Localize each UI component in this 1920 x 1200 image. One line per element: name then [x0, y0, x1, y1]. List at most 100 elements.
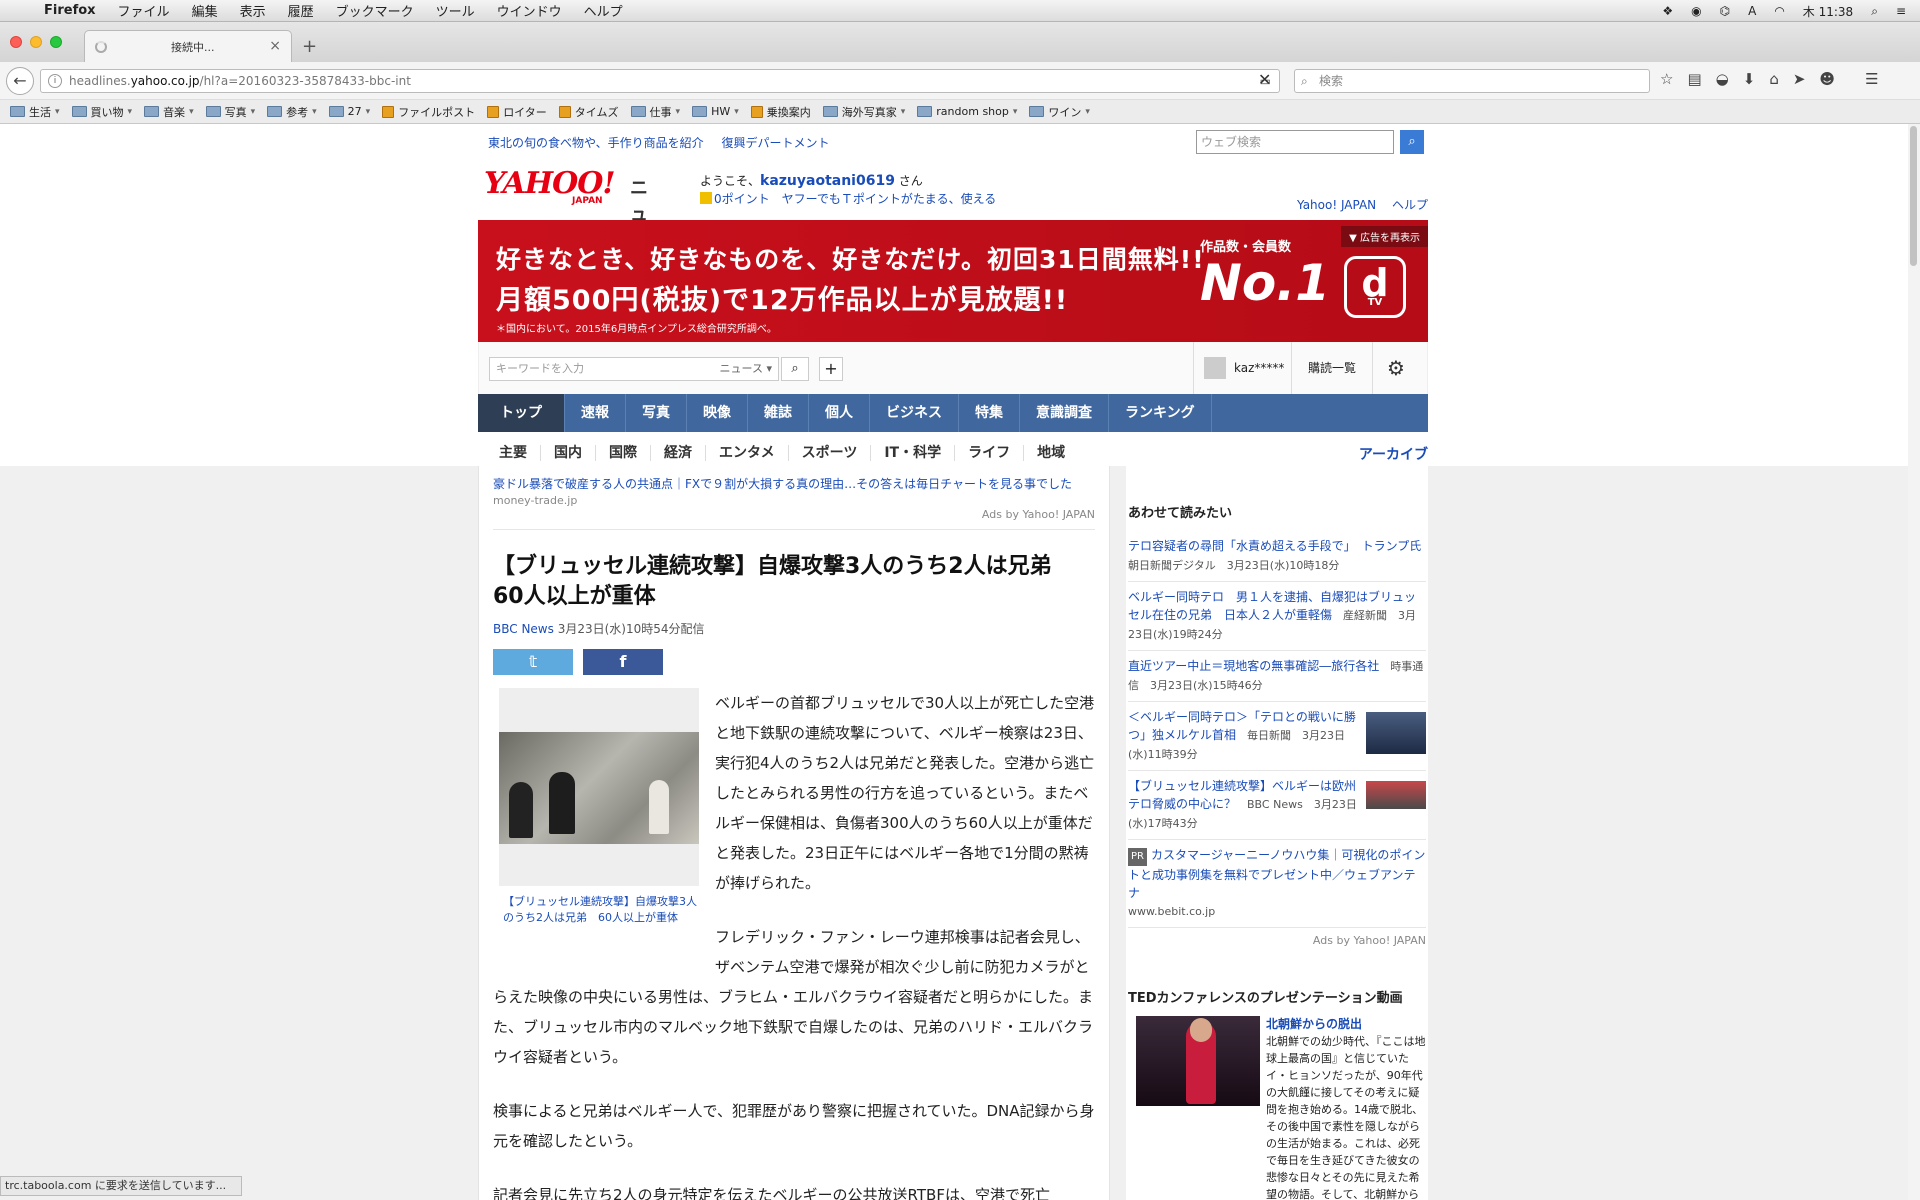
figure-caption-link[interactable]: 【ブリュッセル連続攻撃】自爆攻撃3人のうち2人は兄弟 60人以上が重体 — [503, 895, 697, 924]
related-title-link[interactable]: 直近ツアー中止＝現地客の無事確認―旅行各社 — [1128, 659, 1379, 673]
zoom-window-button[interactable] — [50, 36, 62, 48]
home-icon[interactable]: ⌂ — [1769, 70, 1779, 88]
send-icon[interactable]: ➤ — [1793, 70, 1806, 88]
menu-edit[interactable]: 編集 — [192, 1, 218, 20]
tab-close-icon[interactable]: × — [269, 38, 281, 54]
cctv-photo[interactable] — [499, 688, 699, 886]
chat-icon[interactable]: ☻ — [1819, 70, 1835, 88]
scrollbar-thumb[interactable] — [1910, 126, 1917, 266]
text-ad[interactable]: 豪ドル暴落で破産する人の共通点｜FXで９割が大損する真の理由…その答えは毎日チャ… — [493, 466, 1095, 530]
related-thumbnail[interactable] — [1366, 712, 1426, 754]
related-item[interactable]: ＜ベルギー同時テロ＞「テロとの戦いに勝つ」独メルケル首相 毎日新聞 3月23日(… — [1128, 702, 1426, 771]
menu-window[interactable]: ウインドウ — [497, 1, 562, 20]
user-menu[interactable]: kaz***** — [1193, 342, 1284, 394]
menu-bookmarks[interactable]: ブックマーク — [336, 1, 414, 20]
sub-nav-item[interactable]: ライフ — [955, 445, 1025, 461]
main-nav-item[interactable]: 特集 — [959, 394, 1020, 432]
bookmark-link[interactable]: ファイルポスト — [382, 104, 475, 120]
yahoo-news-logo[interactable]: YAHOO! JAPAN ニュース — [484, 166, 648, 277]
username-link[interactable]: kazuyaotani0619 — [760, 173, 895, 189]
top-link-fukko[interactable]: 復興デパートメント — [721, 136, 829, 150]
stop-icon[interactable]: ✕ — [1258, 70, 1271, 89]
add-button[interactable]: + — [819, 357, 843, 381]
related-item[interactable]: 直近ツアー中止＝現地客の無事確認―旅行各社 時事通信 3月23日(水)15時46… — [1128, 651, 1426, 702]
info-icon[interactable]: i — [48, 74, 62, 88]
download-icon[interactable]: ⬇ — [1743, 70, 1756, 88]
bookmark-link[interactable]: ロイター — [487, 104, 547, 120]
pr-link[interactable]: カスタマージャーニーノウハウ集｜可視化のポイントと成功事例集を無料でプレゼント中… — [1128, 848, 1425, 900]
back-button[interactable]: ← — [6, 67, 34, 95]
bookmark-folder[interactable]: 参考 ▾ — [267, 104, 317, 120]
wifi-icon[interactable]: ◠ — [1774, 4, 1784, 18]
minimize-window-button[interactable] — [30, 36, 42, 48]
main-nav-item[interactable]: 映像 — [687, 394, 748, 432]
sub-nav-item[interactable]: 国際 — [596, 445, 651, 474]
bookmark-link[interactable]: タイムズ — [558, 104, 619, 120]
ted-thumbnail[interactable] — [1136, 1016, 1260, 1106]
menu-tools[interactable]: ツール — [436, 1, 475, 20]
menu-app-name[interactable]: Firefox — [44, 3, 96, 18]
tab-active[interactable]: 接続中... × — [84, 30, 292, 62]
main-nav-item[interactable]: ランキング — [1109, 394, 1212, 432]
sub-nav-item[interactable]: エンタメ — [706, 445, 789, 461]
menu-file[interactable]: ファイル — [118, 1, 170, 20]
article-figure[interactable]: 【ブリュッセル連続攻撃】自爆攻撃3人のうち2人は兄弟 60人以上が重体 — [499, 688, 699, 926]
sub-nav-item[interactable]: 経済 — [651, 445, 706, 461]
main-nav-item[interactable]: トップ — [478, 394, 565, 432]
bookmark-folder[interactable]: 音楽 ▾ — [144, 104, 194, 120]
main-nav-item[interactable]: 意識調査 — [1020, 394, 1109, 432]
menu-help[interactable]: ヘルプ — [584, 1, 623, 20]
ted-item[interactable]: 北朝鮮からの脱出 北朝鮮での幼少時代、『ここは地球上最高の国』と信じていたイ・ヒ… — [1128, 1016, 1426, 1200]
sync-icon[interactable]: ◉ — [1691, 4, 1701, 18]
scope-select[interactable]: ニュース ▾ — [720, 358, 772, 380]
bookmarks-list-icon[interactable]: ▤ — [1687, 70, 1701, 88]
facebook-share-button[interactable]: f — [583, 649, 663, 675]
subscriptions-link[interactable]: 購読一覧 — [1291, 342, 1373, 394]
new-tab-button[interactable]: + — [302, 36, 317, 57]
text-ad-link[interactable]: 豪ドル暴落で破産する人の共通点｜FXで９割が大損する真の理由…その答えは毎日チャ… — [493, 477, 1072, 491]
main-nav-item[interactable]: 個人 — [809, 394, 870, 432]
pocket-icon[interactable]: ◒ — [1716, 70, 1729, 88]
help-link[interactable]: ヘルプ — [1392, 198, 1428, 212]
main-nav-item[interactable]: 速報 — [565, 394, 626, 432]
sub-nav-item[interactable]: 主要 — [486, 445, 541, 461]
bookmark-folder[interactable]: random shop ▾ — [917, 105, 1017, 118]
gear-icon[interactable]: ⚙ — [1387, 356, 1405, 380]
bookmark-folder[interactable]: HW ▾ — [692, 105, 739, 118]
related-item[interactable]: ベルギー同時テロ 男１人を逮捕、自爆犯はブリュッセル在住の兄弟 日本人２人が重軽… — [1128, 582, 1426, 651]
bookmark-folder[interactable]: 仕事 ▾ — [630, 104, 680, 120]
related-item[interactable]: 【ブリュッセル連続攻撃】ベルギーは欧州テロ脅威の中心に？ BBC News 3月… — [1128, 771, 1426, 840]
url-bar[interactable]: i headlines.yahoo.co.jp/hl?a=20160323-35… — [40, 69, 1280, 93]
main-nav-item[interactable]: 写真 — [626, 394, 687, 432]
dropbox-icon[interactable]: ❖ — [1662, 4, 1673, 18]
keyword-input[interactable]: キーワードを入力 ニュース ▾ — [489, 357, 779, 381]
sub-nav-item[interactable]: 国内 — [541, 445, 596, 461]
related-title-link[interactable]: テロ容疑者の尋問「水責め超える手段で」 トランプ氏 — [1128, 539, 1421, 553]
bookmark-folder[interactable]: 海外写真家 ▾ — [822, 104, 905, 120]
pr-item[interactable]: PR カスタマージャーニーノウハウ集｜可視化のポイントと成功事例集を無料でプレゼン… — [1128, 840, 1426, 928]
page-scrollbar[interactable] — [1908, 124, 1920, 1200]
bookmark-folder[interactable]: 生活 ▾ — [10, 104, 60, 120]
ted-title-link[interactable]: 北朝鮮からの脱出 — [1266, 1017, 1362, 1031]
web-search-input[interactable]: ウェブ検索 — [1196, 130, 1394, 154]
top-link-tohoku[interactable]: 東北の旬の食べ物や、手作り商品を紹介 — [488, 136, 704, 150]
menu-icon[interactable]: ☰ — [1865, 70, 1878, 88]
main-nav-item[interactable]: 雑誌 — [748, 394, 809, 432]
search-bar[interactable]: ⌕ 検索 — [1294, 69, 1650, 93]
news-search-button[interactable]: ⌕ — [781, 357, 809, 381]
twitter-share-button[interactable]: 𝕥 — [493, 649, 573, 675]
figure-caption[interactable]: 【ブリュッセル連続攻撃】自爆攻撃3人のうち2人は兄弟 60人以上が重体 — [499, 894, 699, 926]
network-icon[interactable]: ⌬ — [1720, 4, 1730, 18]
bookmark-folder[interactable]: 27 ▾ — [328, 105, 370, 118]
points-link[interactable]: 0ポイント — [714, 192, 770, 206]
points-promo-link[interactable]: ヤフーでもＴポイントがたまる、使える — [782, 192, 997, 206]
spotlight-icon[interactable]: ⌕ — [1871, 4, 1878, 19]
menu-history[interactable]: 履歴 — [288, 1, 314, 20]
bookmark-folder[interactable]: 写真 ▾ — [205, 104, 255, 120]
dtv-banner-ad[interactable]: 好きなとき、好きなものを、好きなだけ。初回31日間無料!! 月額500円(税抜)… — [478, 220, 1428, 342]
menu-view[interactable]: 表示 — [240, 1, 266, 20]
article-source-link[interactable]: BBC News — [493, 622, 554, 636]
related-item[interactable]: テロ容疑者の尋問「水責め超える手段で」 トランプ氏 朝日新聞デジタル 3月23日… — [1128, 531, 1426, 582]
notification-center-icon[interactable]: ≡ — [1896, 4, 1906, 18]
main-nav-item[interactable]: ビジネス — [870, 394, 959, 432]
